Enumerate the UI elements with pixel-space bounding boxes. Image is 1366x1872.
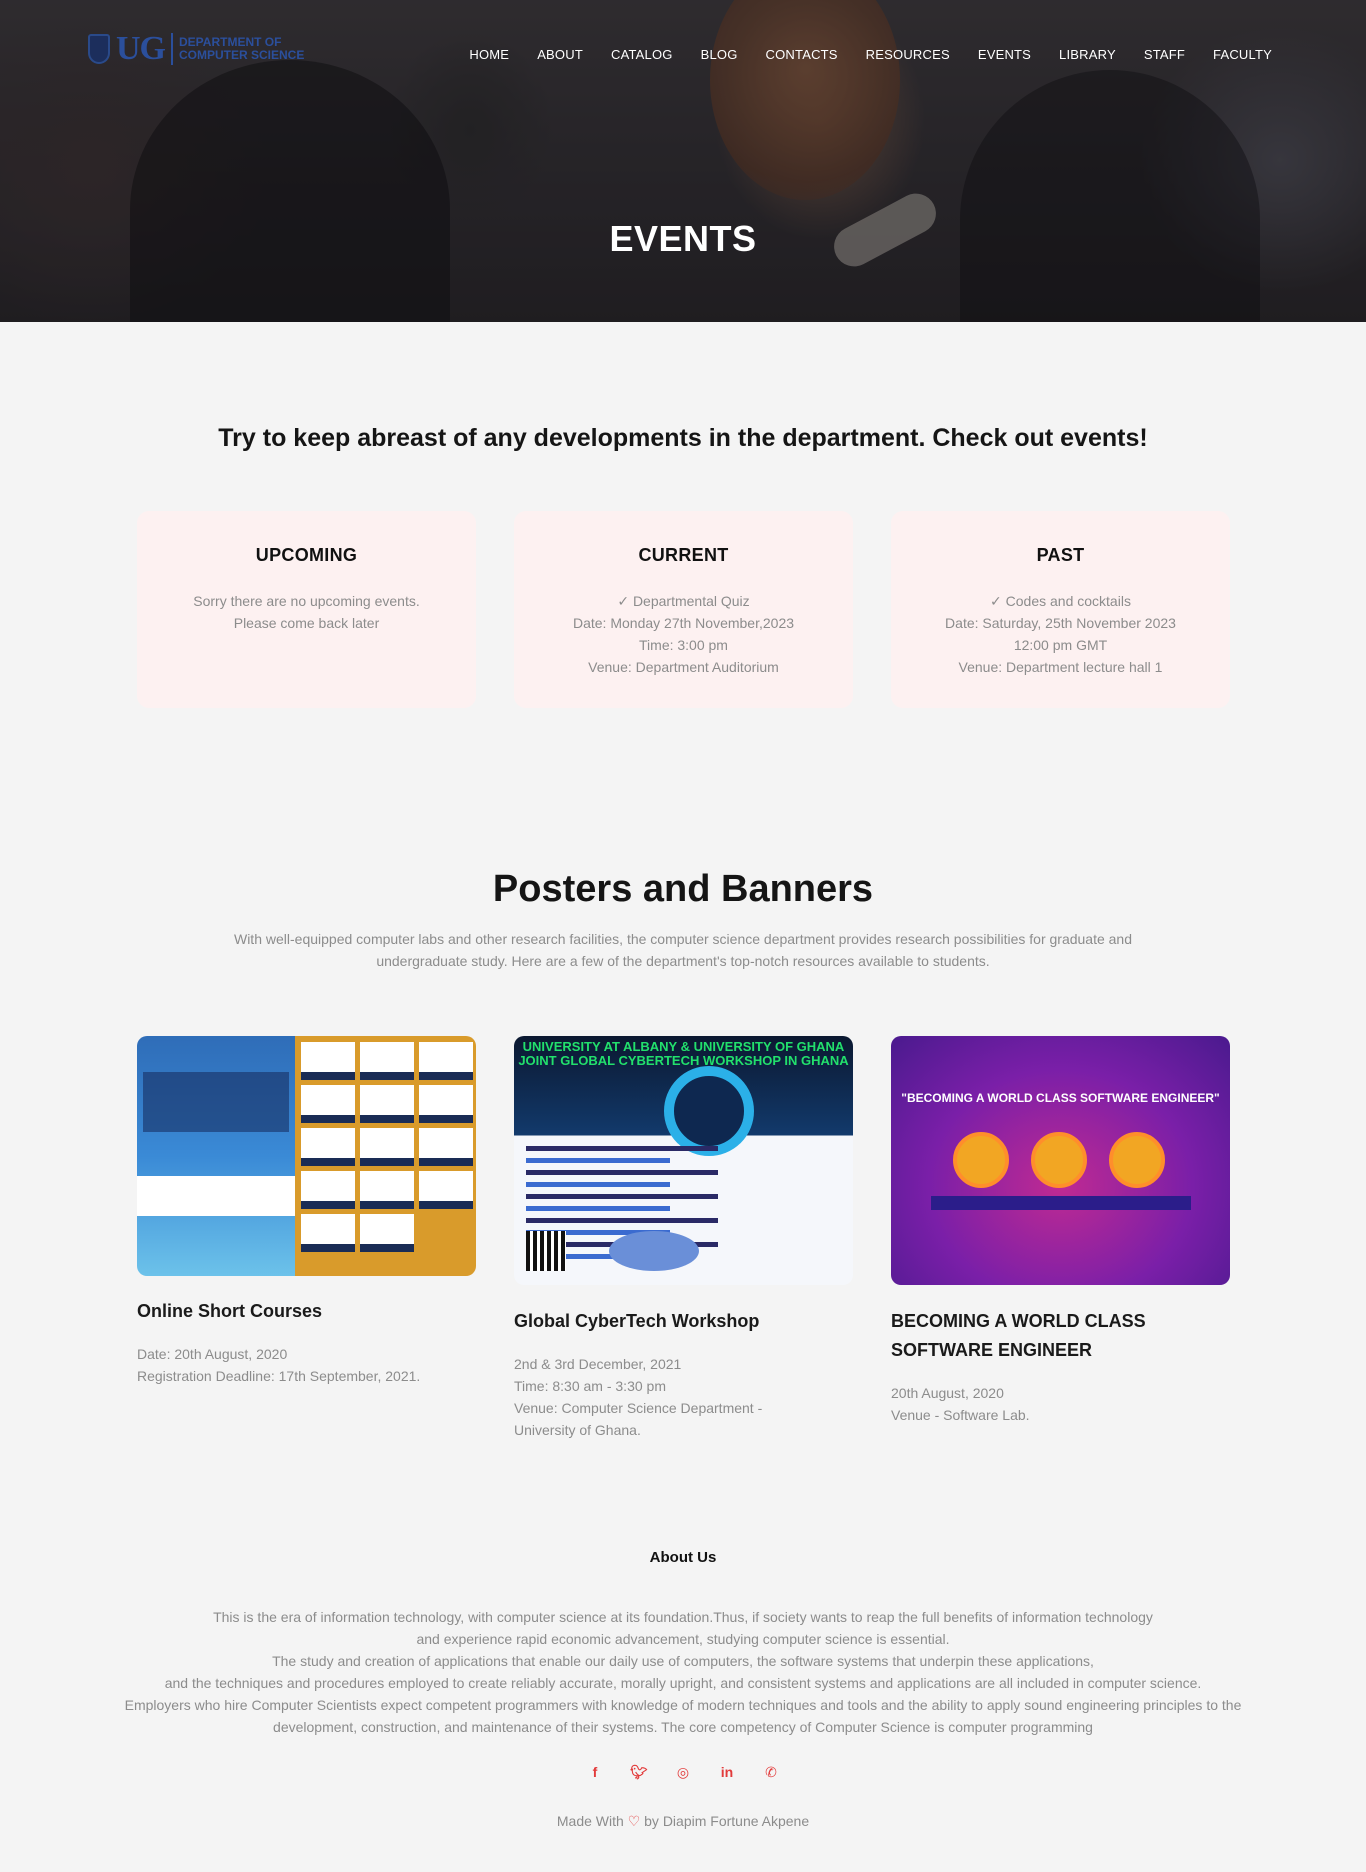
nav-faculty[interactable]: FACULTY — [1213, 47, 1272, 62]
linkedin-icon[interactable]: in — [705, 1764, 749, 1781]
whatsapp-icon[interactable]: ✆ — [749, 1764, 793, 1781]
posters-description: With well-equipped computer labs and oth… — [233, 931, 1133, 969]
poster-title-short-courses[interactable]: Online Short Courses — [137, 1297, 476, 1326]
card-line: Sorry there are no upcoming events. — [193, 593, 420, 609]
footer-credit: Made With ♡ by Diapim Fortune Akpene — [556, 1813, 810, 1829]
twitter-icon[interactable]: 🐦︎ — [617, 1764, 661, 1781]
nav-events[interactable]: EVENTS — [978, 47, 1031, 62]
events-intro: Try to keep abreast of any developments … — [218, 424, 1148, 452]
card-heading: PAST — [1036, 545, 1085, 565]
social-links: f 🐦︎ ◎ in ✆ — [0, 1764, 1366, 1781]
card-heading: CURRENT — [638, 545, 729, 565]
poster-image-cybertech[interactable]: UNIVERSITY AT ALBANY & UNIVERSITY OF GHA… — [514, 1036, 853, 1285]
card-line: Time: 3:00 pm — [639, 637, 728, 653]
nav-staff[interactable]: STAFF — [1144, 47, 1185, 62]
card-line: 12:00 pm GMT — [1013, 637, 1108, 653]
hero-banner: UG Department of Computer Science HOME A… — [0, 0, 1366, 322]
event-card-upcoming: UPCOMING Sorry there are no upcoming eve… — [137, 511, 476, 708]
poster-image-world-class[interactable]: "BECOMING A WORLD CLASS SOFTWARE ENGINEE… — [891, 1036, 1230, 1285]
about-title: About Us — [649, 1549, 717, 1566]
card-line: ✓ Departmental Quiz — [617, 593, 750, 609]
card-line: Date: Saturday, 25th November 2023 — [945, 615, 1176, 631]
facebook-icon[interactable]: f — [573, 1764, 617, 1781]
speaker-avatar — [953, 1132, 1009, 1188]
site-logo[interactable]: UG Department of Computer Science — [88, 30, 304, 68]
poster-title-cybertech[interactable]: Global CyberTech Workshop — [514, 1307, 853, 1336]
event-card-current: CURRENT ✓ Departmental Quiz Date: Monday… — [514, 511, 853, 708]
poster-info-cybertech: 2nd & 3rd December, 2021 Time: 8:30 am -… — [514, 1356, 763, 1438]
poster-info-short-courses: Date: 20th August, 2020 Registration Dea… — [137, 1346, 421, 1384]
poster-image-short-courses[interactable] — [137, 1036, 476, 1276]
speaker-avatar — [1031, 1132, 1087, 1188]
nav-home[interactable]: HOME — [469, 47, 509, 62]
poster-info-world-class: 20th August, 2020 Venue - Software Lab. — [891, 1385, 1030, 1423]
poster-image-heading: UNIVERSITY AT ALBANY & UNIVERSITY OF GHA… — [518, 1039, 849, 1068]
card-line: Date: Monday 27th November,2023 — [572, 615, 795, 631]
qr-code — [526, 1231, 566, 1271]
nav-catalog[interactable]: CATALOG — [611, 47, 673, 62]
nav-contacts[interactable]: CONTACTS — [766, 47, 838, 62]
posters-title: Posters and Banners — [492, 868, 874, 910]
page-title: EVENTS — [609, 218, 757, 259]
logo-short: UG — [116, 30, 166, 67]
heart-icon: ♡ — [627, 1813, 641, 1829]
main-nav: HOME ABOUT CATALOG BLOG CONTACTS RESOURC… — [441, 47, 1272, 62]
card-line: Venue: Department lecture hall 1 — [958, 659, 1163, 675]
card-heading: UPCOMING — [255, 545, 358, 565]
speaker-avatar — [1109, 1132, 1165, 1188]
card-line: ✓ Codes and cocktails — [990, 593, 1131, 609]
about-text: This is the era of information technolog… — [124, 1609, 1242, 1735]
nav-resources[interactable]: RESOURCES — [866, 47, 950, 62]
event-cards: UPCOMING Sorry there are no upcoming eve… — [137, 511, 1230, 708]
crest-icon — [88, 34, 110, 64]
logo-department: Department of Computer Science — [179, 35, 305, 62]
instagram-icon[interactable]: ◎ — [661, 1764, 705, 1781]
poster-image-heading: "BECOMING A WORLD CLASS SOFTWARE ENGINEE… — [901, 1091, 1220, 1105]
card-line: Please come back later — [233, 615, 380, 631]
poster-title-world-class[interactable]: BECOMING A WORLD CLASS SOFTWARE ENGINEER — [891, 1307, 1230, 1365]
nav-blog[interactable]: BLOG — [701, 47, 738, 62]
card-line: Venue: Department Auditorium — [588, 659, 779, 675]
event-card-past: PAST ✓ Codes and cocktails Date: Saturda… — [891, 511, 1230, 708]
nav-about[interactable]: ABOUT — [537, 47, 583, 62]
nav-library[interactable]: LIBRARY — [1059, 47, 1116, 62]
lock-icon — [664, 1066, 754, 1156]
